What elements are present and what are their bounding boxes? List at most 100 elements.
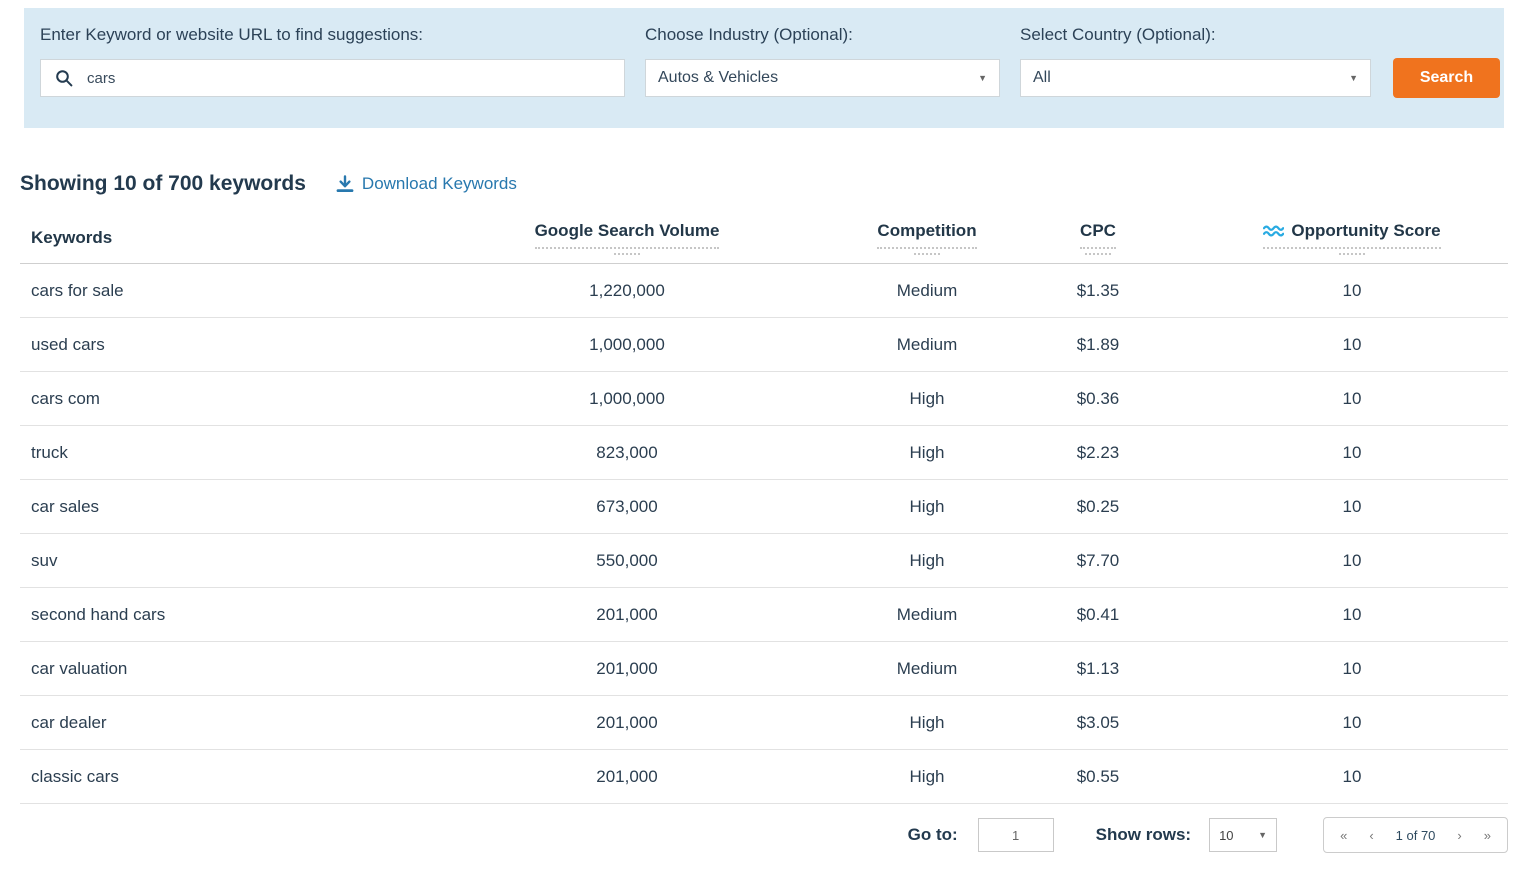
cpc-cell: $0.25 [1000,480,1196,533]
volume-cell: 1,000,000 [400,318,854,371]
column-header-opportunity-score[interactable]: Opportunity Score [1196,212,1508,263]
cpc-cell: $3.05 [1000,696,1196,749]
goto-label: Go to: [908,825,958,845]
table-row[interactable]: suv 550,000 High $7.70 10 [20,534,1508,588]
first-page-button[interactable]: « [1340,828,1347,843]
country-select[interactable]: All ▼ [1020,59,1371,97]
score-cell: 10 [1196,588,1508,641]
keyword-cell: suv [20,534,400,587]
competition-cell: High [854,750,1000,803]
volume-cell: 823,000 [400,426,854,479]
volume-cell: 1,220,000 [400,264,854,317]
cpc-cell: $0.55 [1000,750,1196,803]
chevron-down-icon: ▼ [978,74,987,83]
keyword-input[interactable] [87,60,624,96]
sort-indicator [914,253,940,255]
score-cell: 10 [1196,318,1508,371]
prev-page-button[interactable]: ‹ [1369,828,1373,843]
column-header-competition[interactable]: Competition [854,212,1000,263]
score-cell: 10 [1196,480,1508,533]
table-row[interactable]: used cars 1,000,000 Medium $1.89 10 [20,318,1508,372]
keyword-input-box[interactable] [40,59,625,97]
keyword-cell: classic cars [20,750,400,803]
table-row[interactable]: cars for sale 1,220,000 Medium $1.35 10 [20,264,1508,318]
table-row[interactable]: car valuation 201,000 Medium $1.13 10 [20,642,1508,696]
last-page-button[interactable]: » [1484,828,1491,843]
volume-cell: 201,000 [400,588,854,641]
volume-cell: 201,000 [400,696,854,749]
search-button-group: Search [1393,58,1500,98]
goto-page-input[interactable] [978,818,1054,852]
score-cell: 10 [1196,642,1508,695]
competition-cell: High [854,534,1000,587]
keyword-cell: car valuation [20,642,400,695]
table-row[interactable]: car sales 673,000 High $0.25 10 [20,480,1508,534]
chevron-down-icon: ▼ [1258,831,1267,840]
volume-cell: 1,000,000 [400,372,854,425]
pagination-controls: « ‹ 1 of 70 › » [1323,817,1508,853]
table-body: cars for sale 1,220,000 Medium $1.35 10 … [20,264,1508,804]
cpc-cell: $1.13 [1000,642,1196,695]
keyword-cell: car dealer [20,696,400,749]
volume-cell: 673,000 [400,480,854,533]
volume-cell: 201,000 [400,642,854,695]
search-panel: Enter Keyword or website URL to find sug… [24,8,1504,128]
table-row[interactable]: classic cars 201,000 High $0.55 10 [20,750,1508,804]
industry-label: Choose Industry (Optional): [645,25,1000,45]
sort-indicator [1339,253,1365,255]
search-button[interactable]: Search [1393,58,1500,98]
competition-cell: High [854,696,1000,749]
competition-cell: High [854,426,1000,479]
cpc-cell: $0.36 [1000,372,1196,425]
chevron-down-icon: ▼ [1349,74,1358,83]
country-label: Select Country (Optional): [1020,25,1371,45]
volume-cell: 201,000 [400,750,854,803]
score-cell: 10 [1196,696,1508,749]
table-row[interactable]: second hand cars 201,000 Medium $0.41 10 [20,588,1508,642]
cpc-cell: $7.70 [1000,534,1196,587]
show-rows-value: 10 [1219,828,1233,843]
cpc-cell: $0.41 [1000,588,1196,641]
keyword-field-group: Enter Keyword or website URL to find sug… [40,25,625,98]
score-cell: 10 [1196,534,1508,587]
page-status: 1 of 70 [1396,828,1436,843]
volume-cell: 550,000 [400,534,854,587]
sort-indicator [614,253,640,255]
keyword-cell: used cars [20,318,400,371]
keyword-label: Enter Keyword or website URL to find sug… [40,25,625,45]
table-row[interactable]: car dealer 201,000 High $3.05 10 [20,696,1508,750]
score-cell: 10 [1196,372,1508,425]
download-keywords-link[interactable]: Download Keywords [336,174,517,194]
column-header-cpc[interactable]: CPC [1000,212,1196,263]
competition-cell: Medium [854,318,1000,371]
keyword-cell: cars com [20,372,400,425]
competition-cell: Medium [854,588,1000,641]
results-header: Showing 10 of 700 keywords Download Keyw… [20,172,1508,196]
table-row[interactable]: truck 823,000 High $2.23 10 [20,426,1508,480]
country-select-value: All [1033,69,1051,87]
competition-cell: Medium [854,642,1000,695]
keyword-cell: second hand cars [20,588,400,641]
keyword-cell: truck [20,426,400,479]
table-footer: Go to: Show rows: 10 ▼ « ‹ 1 of 70 › » [20,816,1508,854]
competition-cell: Medium [854,264,1000,317]
country-field-group: Select Country (Optional): All ▼ [1020,25,1371,98]
cpc-cell: $1.35 [1000,264,1196,317]
column-header-search-volume[interactable]: Google Search Volume [400,212,854,263]
table-row[interactable]: cars com 1,000,000 High $0.36 10 [20,372,1508,426]
download-keywords-label: Download Keywords [362,174,517,194]
next-page-button[interactable]: › [1457,828,1461,843]
industry-select[interactable]: Autos & Vehicles ▼ [645,59,1000,97]
score-cell: 10 [1196,264,1508,317]
industry-field-group: Choose Industry (Optional): Autos & Vehi… [645,25,1000,98]
download-icon [336,175,354,193]
industry-select-value: Autos & Vehicles [658,69,778,87]
keywords-table: Keywords Google Search Volume Competitio… [20,212,1508,804]
sort-indicator [1085,253,1111,255]
competition-cell: High [854,480,1000,533]
search-icon [41,60,87,96]
score-cell: 10 [1196,426,1508,479]
results-summary: Showing 10 of 700 keywords [20,172,306,196]
show-rows-select[interactable]: 10 ▼ [1209,818,1277,852]
score-cell: 10 [1196,750,1508,803]
